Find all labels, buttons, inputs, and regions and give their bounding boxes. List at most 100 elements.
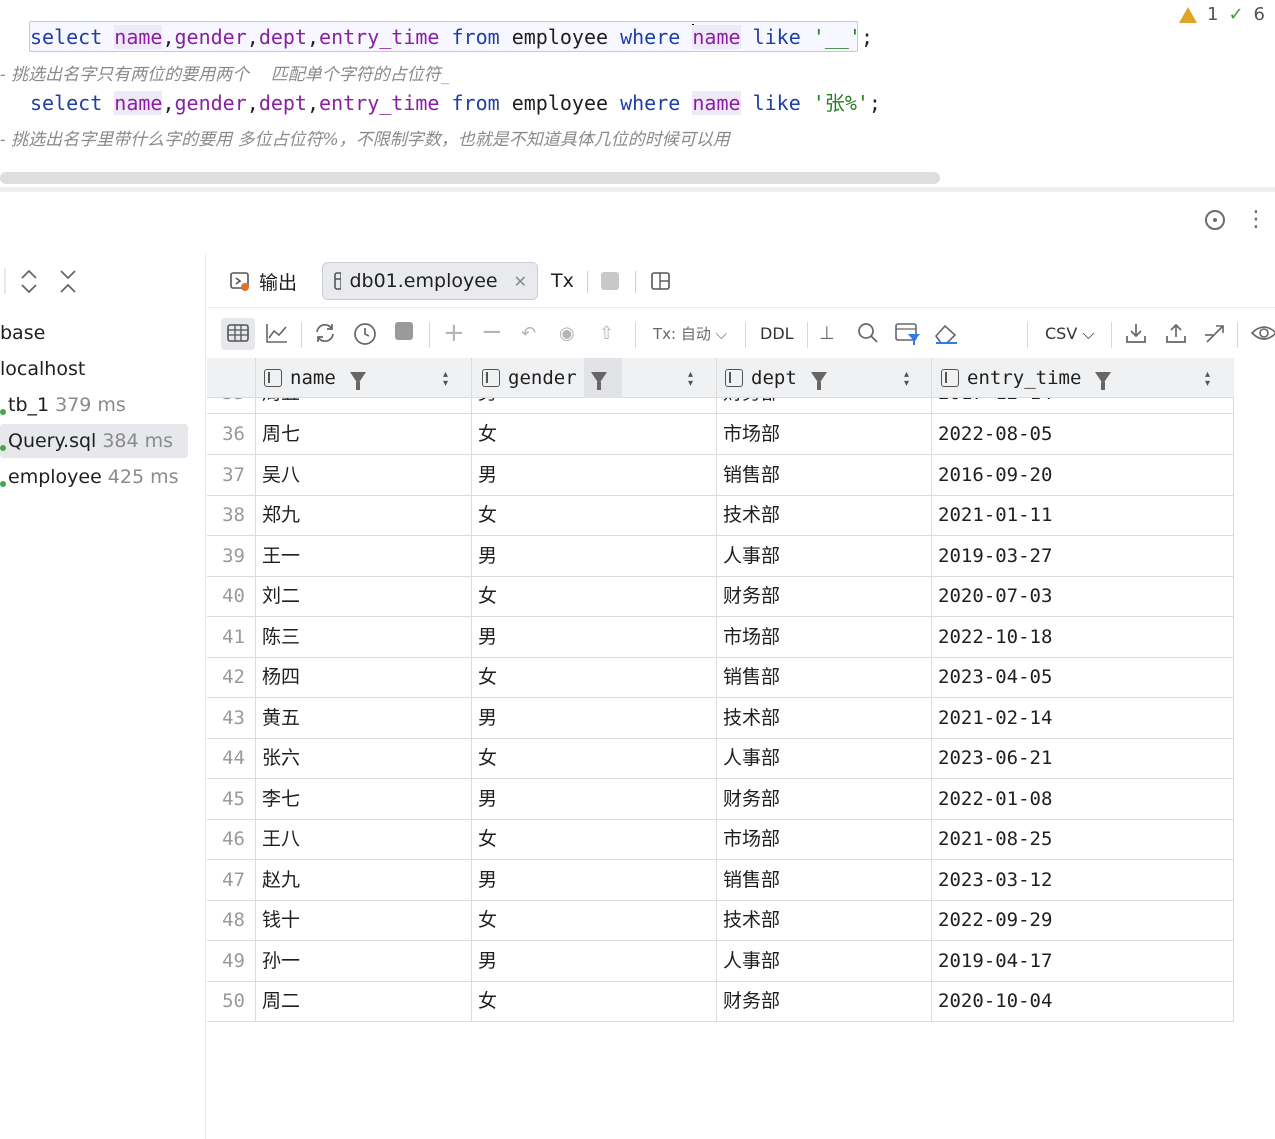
- table-row[interactable]: 50 周二 女 财务部 2020-10-04: [207, 981, 1234, 1022]
- upload-button[interactable]: [1165, 322, 1187, 351]
- cell-entry-time[interactable]: 2023-06-21: [938, 738, 1052, 778]
- cell-dept[interactable]: 销售部: [723, 657, 780, 697]
- header-divider[interactable]: [716, 358, 717, 398]
- expand-all-icon[interactable]: [21, 269, 37, 294]
- cell-dept[interactable]: 市场部: [723, 617, 780, 657]
- cell-name[interactable]: 周二: [262, 981, 300, 1021]
- grid-view-button[interactable]: [221, 318, 255, 350]
- cell-entry-time[interactable]: 2016-09-20: [938, 455, 1052, 495]
- table-row[interactable]: 43 黄五 男 技术部 2021-02-14: [207, 698, 1234, 739]
- cell-entry-time[interactable]: 2023-03-12: [938, 860, 1052, 900]
- cell-entry-time[interactable]: 2017-12-14: [938, 398, 1052, 413]
- cell-gender[interactable]: 女: [478, 819, 497, 859]
- cell-name[interactable]: 黄五: [262, 698, 300, 738]
- cell-name[interactable]: 郑九: [262, 495, 300, 535]
- submit-icon[interactable]: ⇧: [599, 322, 614, 346]
- cell-gender[interactable]: 男: [478, 455, 497, 495]
- cell-gender[interactable]: 女: [478, 900, 497, 940]
- row-number[interactable]: 46: [207, 819, 255, 859]
- row-number[interactable]: 35: [207, 398, 255, 413]
- stop-button[interactable]: [601, 262, 619, 300]
- tx-button[interactable]: Tx: [551, 262, 574, 300]
- row-number[interactable]: 42: [207, 657, 255, 697]
- chart-view-button[interactable]: [265, 322, 289, 351]
- collapse-all-icon[interactable]: [60, 270, 76, 293]
- row-number[interactable]: 43: [207, 698, 255, 738]
- cell-name[interactable]: 李七: [262, 779, 300, 819]
- cell-name[interactable]: 王八: [262, 819, 300, 859]
- cell-name[interactable]: 陈三: [262, 617, 300, 657]
- cell-gender[interactable]: 女: [478, 576, 497, 616]
- tree-item-employee[interactable]: employee 425 ms: [0, 460, 179, 494]
- table-row[interactable]: 49 孙一 男 人事部 2019-04-17: [207, 941, 1234, 982]
- cell-entry-time[interactable]: 2023-04-05: [938, 657, 1052, 697]
- table-row[interactable]: 44 张六 女 人事部 2023-06-21: [207, 738, 1234, 779]
- cell-entry-time[interactable]: 2019-04-17: [938, 941, 1052, 981]
- column-header-dept[interactable]: dept: [725, 358, 827, 398]
- clear-button[interactable]: [933, 322, 961, 353]
- table-row[interactable]: 46 王八 女 市场部 2021-08-25: [207, 819, 1234, 860]
- cell-dept[interactable]: 市场部: [723, 414, 780, 454]
- table-row[interactable]: 41 陈三 男 市场部 2022-10-18: [207, 617, 1234, 658]
- cell-gender[interactable]: 女: [478, 495, 497, 535]
- cell-entry-time[interactable]: 2021-02-14: [938, 698, 1052, 738]
- tx-mode-dropdown[interactable]: Tx: 自动 ⌵: [653, 322, 727, 346]
- filter-icon[interactable]: [590, 372, 607, 390]
- column-header-entry-time[interactable]: entry_time: [941, 358, 1112, 398]
- cell-name[interactable]: 周五: [262, 398, 300, 413]
- cell-gender[interactable]: 男: [478, 698, 497, 738]
- cell-dept[interactable]: 销售部: [723, 860, 780, 900]
- cell-gender[interactable]: 男: [478, 617, 497, 657]
- header-divider[interactable]: [471, 358, 472, 398]
- cell-entry-time[interactable]: 2020-10-04: [938, 981, 1052, 1021]
- cell-dept[interactable]: 技术部: [723, 495, 780, 535]
- tree-item-query-sql[interactable]: Query.sql 384 ms: [0, 424, 188, 458]
- cell-entry-time[interactable]: 2022-08-05: [938, 414, 1052, 454]
- cell-dept[interactable]: 人事部: [723, 941, 780, 981]
- sql-line-3[interactable]: select name,gender,dept,entry_time from …: [30, 89, 881, 117]
- compare-button[interactable]: [1203, 322, 1231, 353]
- cell-dept[interactable]: 市场部: [723, 819, 780, 859]
- cell-dept[interactable]: 人事部: [723, 536, 780, 576]
- cell-dept[interactable]: 财务部: [723, 576, 780, 616]
- table-row[interactable]: 45 李七 男 财务部 2022-01-08: [207, 779, 1234, 820]
- sql-editor[interactable]: select name,gender,dept,entry_time from …: [0, 0, 1275, 190]
- header-divider[interactable]: [255, 358, 256, 398]
- cell-name[interactable]: 王一: [262, 536, 300, 576]
- panel-divider[interactable]: [0, 187, 1275, 192]
- filter-icon[interactable]: [810, 372, 827, 390]
- cell-name[interactable]: 周七: [262, 414, 300, 454]
- cell-gender[interactable]: 男: [478, 941, 497, 981]
- cell-gender[interactable]: 男: [478, 860, 497, 900]
- table-row[interactable]: 47 赵九 男 销售部 2023-03-12: [207, 860, 1234, 901]
- download-button[interactable]: [1125, 322, 1147, 351]
- cell-name[interactable]: 钱十: [262, 900, 300, 940]
- cell-entry-time[interactable]: 2022-10-18: [938, 617, 1052, 657]
- tree-item-localhost[interactable]: localhost: [0, 352, 85, 386]
- horizontal-scrollbar[interactable]: [0, 172, 940, 184]
- cell-dept[interactable]: 财务部: [723, 398, 780, 413]
- table-row[interactable]: 36 周七 女 市场部 2022-08-05: [207, 414, 1234, 455]
- sort-icon[interactable]: ▴ ▾: [904, 370, 909, 389]
- pin-button[interactable]: ⊥: [819, 322, 835, 346]
- row-number[interactable]: 50: [207, 981, 255, 1021]
- row-number[interactable]: 38: [207, 495, 255, 535]
- refresh-button[interactable]: [313, 322, 337, 351]
- row-number[interactable]: 48: [207, 900, 255, 940]
- filter-table-button[interactable]: [895, 322, 921, 353]
- cell-gender[interactable]: 男: [478, 398, 497, 413]
- cell-dept[interactable]: 技术部: [723, 698, 780, 738]
- row-number[interactable]: 47: [207, 860, 255, 900]
- cell-dept[interactable]: 财务部: [723, 981, 780, 1021]
- row-number[interactable]: 37: [207, 455, 255, 495]
- layout-toggle-button[interactable]: [651, 262, 671, 300]
- cell-dept[interactable]: 销售部: [723, 455, 780, 495]
- cell-name[interactable]: 吴八: [262, 455, 300, 495]
- sort-icon[interactable]: ▴ ▾: [1205, 370, 1210, 389]
- delete-row-icon[interactable]: −: [481, 319, 503, 345]
- tree-item-database[interactable]: base: [0, 316, 45, 350]
- row-number[interactable]: 41: [207, 617, 255, 657]
- view-toggle-button[interactable]: [1250, 322, 1275, 351]
- column-header-gender[interactable]: gender: [482, 358, 607, 398]
- table-row[interactable]: 40 刘二 女 财务部 2020-07-03: [207, 576, 1234, 617]
